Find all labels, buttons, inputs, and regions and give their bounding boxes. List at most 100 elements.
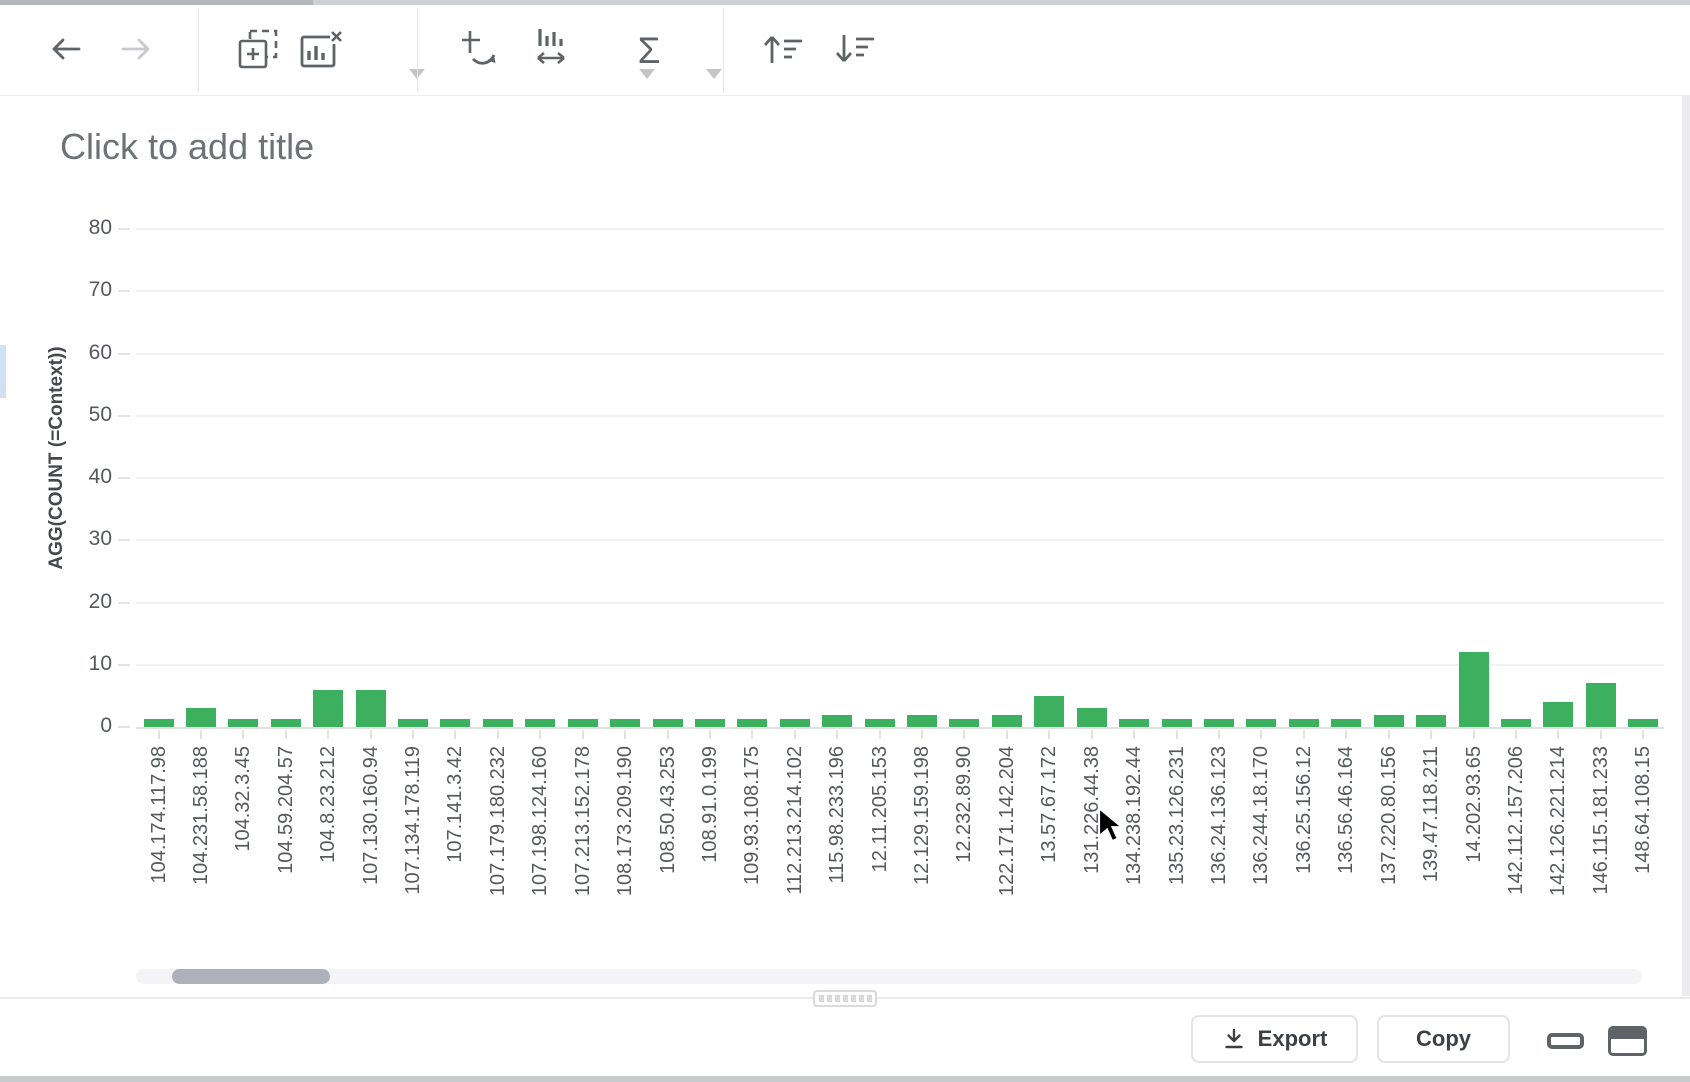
bar[interactable] [1331, 719, 1361, 728]
y-tick-label: 10 [32, 652, 112, 676]
expand-panel-icon[interactable] [1608, 1026, 1647, 1056]
vertical-scrollbar-track[interactable] [1682, 96, 1690, 996]
bar[interactable] [398, 719, 428, 728]
x-tick-mark [370, 730, 372, 739]
y-gridline [136, 228, 1664, 230]
bar[interactable] [653, 719, 683, 728]
x-tick-label: 112.213.214.102 [784, 746, 806, 895]
copy-button[interactable]: Copy [1377, 1015, 1510, 1063]
x-tick-mark [1557, 730, 1559, 739]
y-gridline [136, 353, 1664, 355]
x-tick-label: 107.134.178.119 [402, 746, 424, 895]
y-gridline [136, 290, 1664, 292]
remove-chart-button[interactable] [299, 19, 361, 81]
bar[interactable] [1162, 719, 1192, 728]
bar[interactable] [1628, 719, 1658, 728]
bar[interactable] [228, 719, 258, 728]
x-tick-label: 12.129.159.198 [911, 746, 933, 885]
x-tick-mark [158, 730, 160, 739]
back-arrow-icon [44, 28, 86, 73]
bar[interactable] [695, 719, 725, 728]
x-tick-label: 107.198.124.160 [529, 746, 551, 896]
chart-title-placeholder[interactable]: Click to add title [60, 126, 314, 168]
sort-ascending-button[interactable] [752, 19, 814, 81]
bar[interactable] [1119, 719, 1149, 728]
x-tick-mark [667, 730, 669, 739]
y-tick-label: 0 [32, 714, 112, 738]
horizontal-scrollbar-thumb[interactable] [172, 969, 330, 984]
panel-resize-handle[interactable] [813, 990, 877, 1007]
sort-descending-button[interactable] [824, 19, 886, 81]
back-button[interactable] [34, 19, 96, 81]
bar[interactable] [780, 719, 810, 728]
bar[interactable] [610, 719, 640, 728]
x-tick-mark [285, 730, 287, 739]
y-tick-label: 50 [32, 403, 112, 427]
export-button[interactable]: Export [1191, 1015, 1358, 1063]
bar[interactable] [1459, 652, 1489, 727]
x-tick-label: 136.24.136.123 [1208, 746, 1230, 885]
y-tick-label: 70 [32, 278, 112, 302]
bar[interactable] [356, 690, 386, 727]
x-tick-label: 104.59.204.57 [275, 746, 297, 874]
bar[interactable] [1246, 719, 1276, 728]
x-tick-mark [1642, 730, 1644, 739]
y-tick-label: 20 [32, 590, 112, 614]
y-gridline [136, 477, 1664, 479]
bar[interactable] [1501, 719, 1531, 728]
x-tick-mark [454, 730, 456, 739]
bar-width-button[interactable] [530, 19, 592, 81]
collapse-panel-icon[interactable] [1547, 1033, 1584, 1049]
swap-axes-button[interactable] [447, 19, 509, 81]
background-panel-edge [0, 345, 6, 398]
x-tick-label: 104.32.3.45 [232, 746, 254, 852]
aggregate-button[interactable]: Σ [626, 19, 688, 81]
bar[interactable] [1289, 719, 1319, 728]
chart-editor-window: Σ Click to add title AGG(COUNT (=Cont [0, 0, 1690, 1082]
bar[interactable] [483, 719, 513, 728]
bar[interactable] [271, 719, 301, 728]
bar[interactable] [949, 719, 979, 728]
x-tick-mark [1515, 730, 1517, 739]
bar[interactable] [907, 715, 937, 727]
bar[interactable] [186, 708, 216, 727]
x-tick-label: 107.130.160.94 [360, 746, 382, 885]
add-chart-button[interactable] [227, 19, 289, 81]
bar[interactable] [865, 719, 895, 728]
y-tick-mark [118, 539, 130, 541]
sigma-icon: Σ [638, 32, 661, 69]
x-tick-label: 136.244.18.170 [1250, 746, 1272, 885]
bar[interactable] [1416, 715, 1446, 727]
x-tick-label: 131.226.44.38 [1081, 746, 1103, 874]
x-tick-label: 107.179.180.232 [487, 746, 509, 896]
x-tick-label: 104.8.23.212 [317, 746, 339, 863]
bar[interactable] [440, 719, 470, 728]
bar[interactable] [992, 715, 1022, 727]
x-tick-label: 108.91.0.199 [699, 746, 721, 863]
bar[interactable] [1077, 708, 1107, 727]
toolbar-divider [723, 8, 724, 93]
bar[interactable] [1374, 715, 1404, 727]
forward-arrow-icon [116, 28, 158, 73]
bar[interactable] [1034, 696, 1064, 727]
y-gridline [136, 415, 1664, 417]
x-tick-mark [879, 730, 881, 739]
x-tick-label: 148.64.108.15 [1632, 746, 1654, 874]
forward-button[interactable] [106, 19, 168, 81]
horizontal-scrollbar-track[interactable] [136, 969, 1642, 984]
bar[interactable] [568, 719, 598, 728]
bar[interactable] [822, 715, 852, 727]
bar[interactable] [1586, 683, 1616, 727]
bar[interactable] [525, 719, 555, 728]
bar[interactable] [1543, 702, 1573, 727]
x-tick-label: 142.126.221.214 [1547, 746, 1569, 896]
y-tick-label: 30 [32, 527, 112, 551]
x-tick-label: 104.231.58.188 [190, 746, 212, 885]
bar[interactable] [1204, 719, 1234, 728]
x-tick-mark [1048, 730, 1050, 739]
x-tick-label: 107.213.152.178 [572, 746, 594, 896]
bar[interactable] [144, 719, 174, 728]
x-tick-mark [1133, 730, 1135, 739]
bar[interactable] [313, 690, 343, 727]
bar[interactable] [737, 719, 767, 728]
